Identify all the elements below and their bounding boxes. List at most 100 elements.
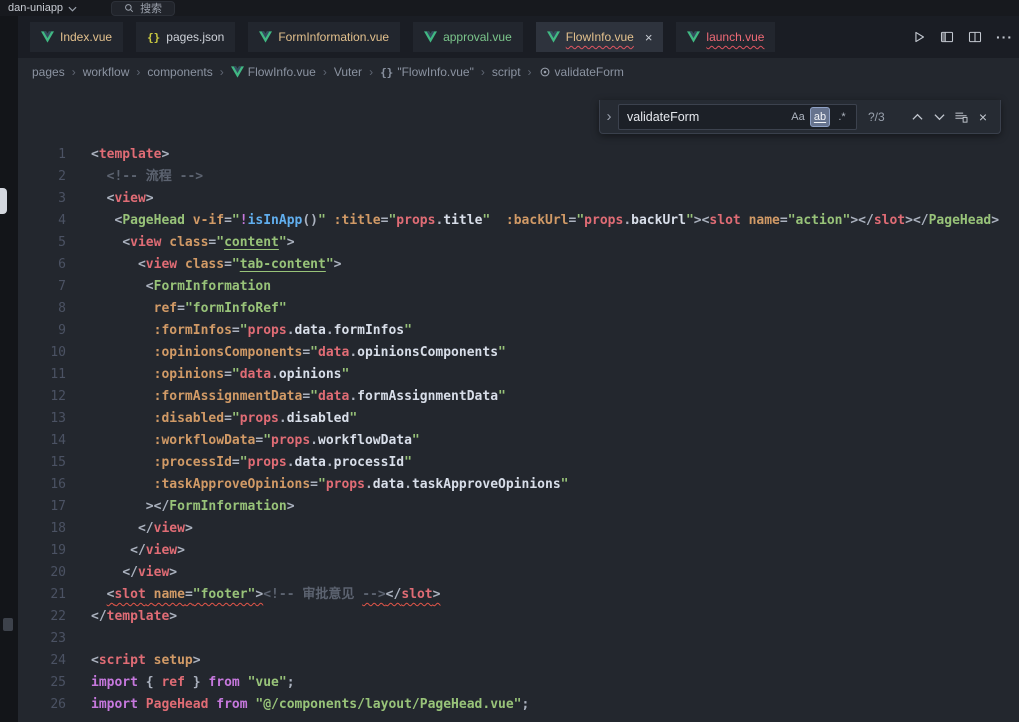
line-number[interactable]: 15 [18, 452, 66, 474]
method-icon [539, 66, 551, 78]
code-line[interactable]: 1 <template> [18, 144, 1019, 166]
close-find-icon[interactable]: × [972, 106, 994, 128]
more-button[interactable]: ··· [996, 29, 1013, 45]
code-text: </template> [91, 606, 177, 628]
code-line[interactable]: 21 <slot name="footer"><!-- 审批意见 --></sl… [18, 584, 1019, 606]
breadcrumb-item-Vuter[interactable]: Vuter [334, 65, 362, 79]
line-number[interactable]: 20 [18, 562, 66, 584]
code-line[interactable]: 20 </view> [18, 562, 1019, 584]
line-number[interactable]: 11 [18, 364, 66, 386]
line-number[interactable]: 13 [18, 408, 66, 430]
tab-FlowInfo.vue[interactable]: FlowInfo.vue× [536, 22, 664, 52]
line-number[interactable]: 16 [18, 474, 66, 496]
breadcrumb-item-validateForm[interactable]: validateForm [539, 65, 624, 79]
breadcrumb-item-pages[interactable]: pages [32, 65, 65, 79]
find-match-count: ?/3 [868, 110, 894, 124]
editor[interactable]: › validateForm Aa ab .* ?/3 × 1 <template… [18, 86, 1019, 722]
code-line[interactable]: 24<script setup> [18, 650, 1019, 672]
line-number[interactable]: 17 [18, 496, 66, 518]
breadcrumb-separator: › [481, 65, 485, 79]
breadcrumb-item-workflow[interactable]: workflow [83, 65, 130, 79]
line-number[interactable]: 5 [18, 232, 66, 254]
find-in-selection-toggle[interactable] [950, 106, 972, 128]
tab-label: Index.vue [60, 30, 112, 44]
line-number[interactable]: 14 [18, 430, 66, 452]
run-button[interactable] [912, 30, 926, 44]
find-query-text[interactable]: validateForm [627, 110, 786, 124]
regex-toggle[interactable]: .* [832, 107, 852, 127]
code-text: <view> [91, 188, 154, 210]
breadcrumb-item-FlowInfo.vue[interactable]: {}"FlowInfo.vue" [380, 65, 474, 79]
tab-pages.json[interactable]: {}pages.json [136, 22, 235, 52]
code-line[interactable]: 12 :formAssignmentData="data.formAssignm… [18, 386, 1019, 408]
code-line[interactable]: 3 <view> [18, 188, 1019, 210]
editor-actions: ··· [912, 29, 1019, 45]
code-line[interactable]: 5 <view class="content"> [18, 232, 1019, 254]
code-line[interactable]: 10 :opinionsComponents="data.opinionsCom… [18, 342, 1019, 364]
line-number[interactable]: 7 [18, 276, 66, 298]
split-editor-button[interactable] [968, 30, 982, 44]
line-number[interactable]: 26 [18, 694, 66, 716]
line-number[interactable]: 10 [18, 342, 66, 364]
tab-Index.vue[interactable]: Index.vue [30, 22, 123, 52]
code-line[interactable]: 15 :processId="props.data.processId" [18, 452, 1019, 474]
line-number[interactable]: 21 [18, 584, 66, 606]
titlebar: dan-uniapp 搜索 [0, 0, 1019, 16]
code-line[interactable]: 16 :taskApproveOpinions="props.data.task… [18, 474, 1019, 496]
code-line[interactable]: 19 </view> [18, 540, 1019, 562]
line-number[interactable]: 4 [18, 210, 66, 232]
tab-FormInformation.vue[interactable]: FormInformation.vue [248, 22, 400, 52]
line-number[interactable]: 2 [18, 166, 66, 188]
line-number[interactable]: 25 [18, 672, 66, 694]
breadcrumb-item-FlowInfo.vue[interactable]: FlowInfo.vue [231, 65, 316, 79]
command-center-search[interactable]: 搜索 [111, 1, 175, 16]
code-line[interactable]: 7 <FormInformation [18, 276, 1019, 298]
code-line[interactable]: 25import { ref } from "vue"; [18, 672, 1019, 694]
code-text: </view> [91, 518, 193, 540]
tab-approval.vue[interactable]: approval.vue [413, 22, 523, 52]
code-line[interactable]: 17 ></FormInformation> [18, 496, 1019, 518]
code-line[interactable]: 23 [18, 628, 1019, 650]
code-text: :taskApproveOpinions="props.data.taskApp… [91, 474, 568, 496]
code-line[interactable]: 8 ref="formInfoRef" [18, 298, 1019, 320]
code-line[interactable]: 11 :opinions="data.opinions" [18, 364, 1019, 386]
breadcrumb-item-components[interactable]: components [147, 65, 212, 79]
code-text: <view class="content"> [91, 232, 295, 254]
line-number[interactable]: 23 [18, 628, 66, 650]
line-number[interactable]: 24 [18, 650, 66, 672]
line-number[interactable]: 22 [18, 606, 66, 628]
close-icon[interactable]: × [645, 31, 653, 44]
code-text: <view class="tab-content"> [91, 254, 341, 276]
line-number[interactable]: 9 [18, 320, 66, 342]
code-line[interactable]: 13 :disabled="props.disabled" [18, 408, 1019, 430]
find-input[interactable]: validateForm Aa ab .* [618, 104, 857, 130]
code-line[interactable]: 22 </template> [18, 606, 1019, 628]
toggle-layout-button[interactable] [940, 30, 954, 44]
workspace-menu[interactable]: dan-uniapp [8, 2, 77, 14]
tab-launch.vue[interactable]: launch.vue [676, 22, 775, 52]
whole-word-toggle[interactable]: ab [810, 107, 830, 127]
code-text: import PageHead from "@/components/layou… [91, 694, 529, 716]
toggle-replace-button[interactable]: › [600, 100, 618, 133]
match-case-toggle[interactable]: Aa [788, 107, 808, 127]
line-number[interactable]: 12 [18, 386, 66, 408]
code-line[interactable]: 4 <PageHead v-if="!isInApp()" :title="pr… [18, 210, 1019, 232]
code-text: <template> [91, 144, 169, 166]
line-number[interactable]: 3 [18, 188, 66, 210]
code-text: :opinions="data.opinions" [91, 364, 349, 386]
code-line[interactable]: 9 :formInfos="props.data.formInfos" [18, 320, 1019, 342]
breadcrumb-item-script[interactable]: script [492, 65, 521, 79]
code-line[interactable]: 26 import PageHead from "@/components/lay… [18, 694, 1019, 716]
line-number[interactable]: 1 [18, 144, 66, 166]
line-number[interactable]: 8 [18, 298, 66, 320]
line-number[interactable]: 6 [18, 254, 66, 276]
code-line[interactable]: 14 :workflowData="props.workflowData" [18, 430, 1019, 452]
line-number[interactable]: 19 [18, 540, 66, 562]
find-previous-button[interactable] [906, 106, 928, 128]
code-line[interactable]: 18 </view> [18, 518, 1019, 540]
line-number[interactable]: 18 [18, 518, 66, 540]
code-area[interactable]: 1 <template>2 <!-- 流程 -->3 <view>4 <PageH… [18, 86, 1019, 716]
code-line[interactable]: 2 <!-- 流程 --> [18, 166, 1019, 188]
find-next-button[interactable] [928, 106, 950, 128]
code-line[interactable]: 6 <view class="tab-content"> [18, 254, 1019, 276]
